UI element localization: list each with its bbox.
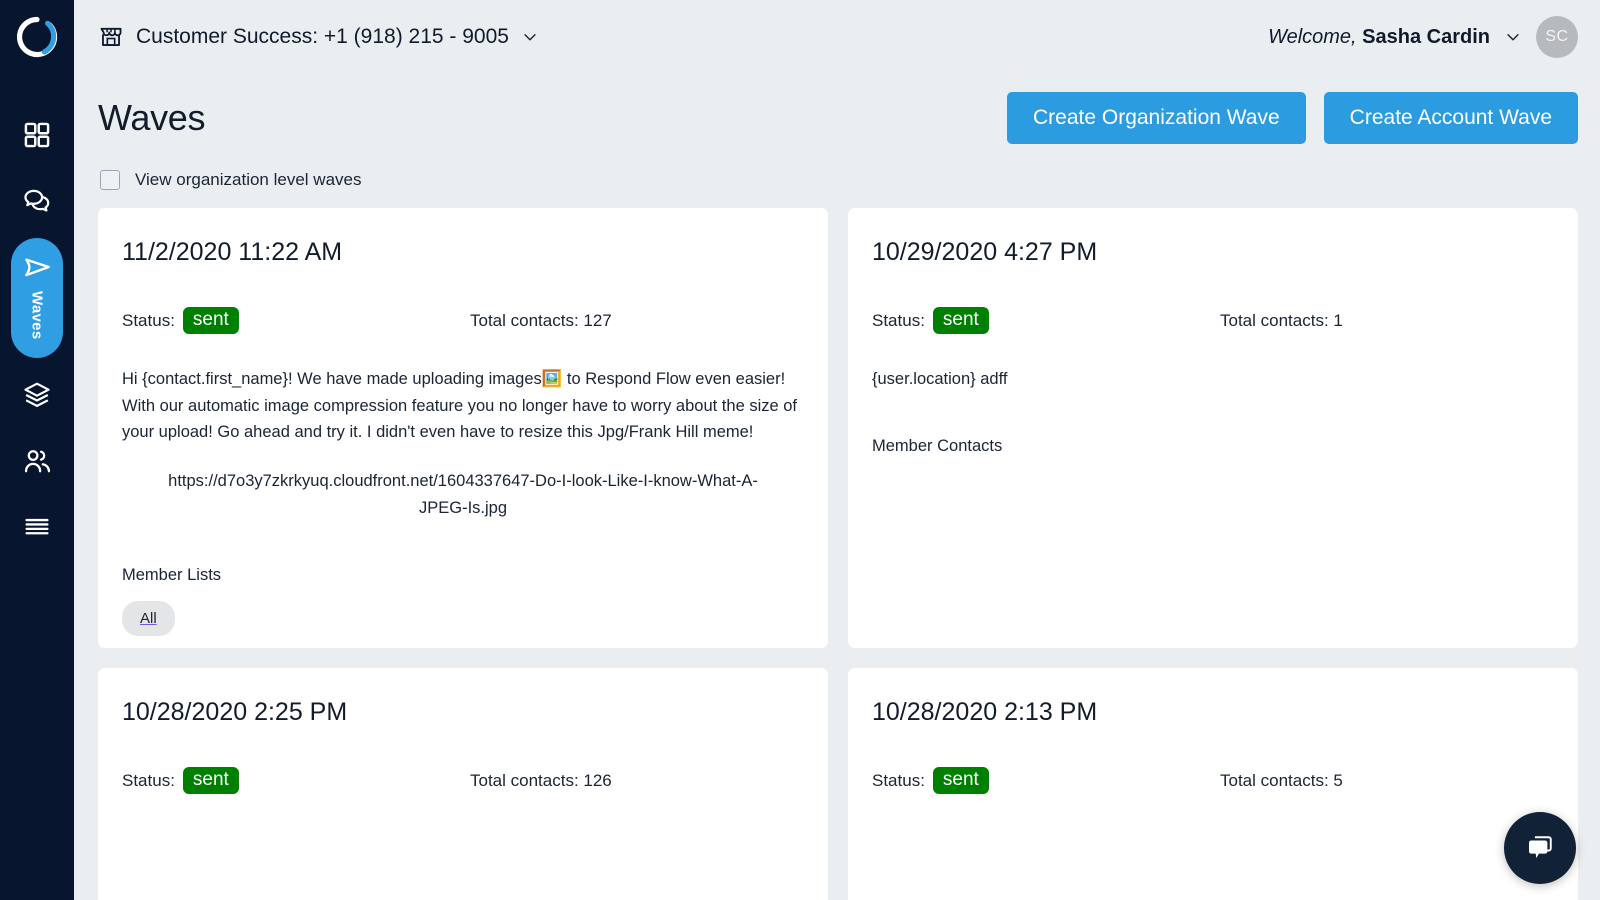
app-root: Waves Customer Success: +1 (918) 215 - 9… <box>0 0 1600 900</box>
status-badge: sent <box>932 307 989 334</box>
page-title: Waves <box>98 97 206 138</box>
status-badge: sent <box>932 767 989 794</box>
storefront-icon <box>100 27 122 46</box>
contacts-people-icon <box>24 449 50 472</box>
status-badge: sent <box>182 307 239 334</box>
wave-status: Status: sent <box>872 767 1220 794</box>
wave-meta: Status: sent Total contacts: 1 <box>872 307 1554 334</box>
wave-status: Status: sent <box>122 767 470 794</box>
total-contacts: Total contacts: 5 <box>1220 770 1343 790</box>
sidebar-item-contacts[interactable] <box>11 428 63 494</box>
dashboard-grid-icon <box>24 122 50 148</box>
wave-date: 11/2/2020 11:22 AM <box>122 238 343 266</box>
sidebar-item-conversations[interactable] <box>11 168 63 234</box>
view-org-level-waves-checkbox[interactable] <box>100 170 120 190</box>
org-level-filter-row: View organization level waves <box>74 144 1600 190</box>
avatar-initials: SC <box>1545 28 1569 45</box>
chevron-down-icon <box>1507 34 1519 41</box>
member-lists-label: Member Lists <box>122 565 222 584</box>
status-badge: sent <box>182 767 239 794</box>
wave-card[interactable]: 10/28/2020 2:13 PM Status: sent Total co… <box>848 668 1578 900</box>
chat-bubble-icon <box>1529 836 1552 858</box>
app-logo[interactable] <box>0 0 74 74</box>
create-organization-wave-button[interactable]: Create Organization Wave <box>1007 92 1306 144</box>
waves-grid: 11/2/2020 11:22 AM Status: sent Total co… <box>74 190 1600 900</box>
user-menu[interactable]: Welcome, Sasha Cardin SC <box>1268 16 1578 58</box>
menu-lines-icon <box>25 518 49 535</box>
status-label: Status: <box>122 770 175 790</box>
wave-date: 10/28/2020 2:13 PM <box>872 698 1098 726</box>
sidebar: Waves <box>0 0 74 900</box>
chevron-down-icon <box>524 34 536 41</box>
status-label: Status: <box>872 310 925 330</box>
view-org-level-waves-label: View organization level waves <box>135 170 362 189</box>
wave-message-url: https://d7o3y7zkrkyuq.cloudfront.net/160… <box>168 472 758 517</box>
total-contacts: Total contacts: 127 <box>470 310 612 330</box>
welcome-greeting: Welcome, <box>1268 25 1357 48</box>
wave-meta: Status: sent Total contacts: 127 <box>122 307 804 334</box>
sidebar-nav: Waves <box>0 102 74 560</box>
layers-icon <box>24 382 50 407</box>
wave-status: Status: sent <box>872 307 1220 334</box>
total-contacts: Total contacts: 126 <box>470 770 612 790</box>
member-list-chips: All <box>122 600 804 636</box>
main-area: Customer Success: +1 (918) 215 - 9005 We… <box>74 0 1600 900</box>
wave-card[interactable]: 11/2/2020 11:22 AM Status: sent Total co… <box>98 208 828 648</box>
wave-meta: Status: sent Total contacts: 126 <box>122 767 804 794</box>
wave-status: Status: sent <box>122 307 470 334</box>
wave-meta: Status: sent Total contacts: 5 <box>872 767 1554 794</box>
welcome-label: Welcome, Sasha Cardin <box>1268 26 1490 49</box>
total-contacts: Total contacts: 1 <box>1220 310 1343 330</box>
welcome-username: Sasha Cardin <box>1362 25 1490 48</box>
org-name-label: Customer Success: +1 (918) 215 - 9005 <box>136 25 509 48</box>
sidebar-item-dashboard[interactable] <box>11 102 63 168</box>
wave-message: {user.location} adff <box>872 370 1008 388</box>
create-account-wave-button[interactable]: Create Account Wave <box>1323 92 1578 144</box>
send-wave-icon <box>24 258 50 277</box>
member-contacts-label: Member Contacts <box>872 436 1003 455</box>
sidebar-item-menu[interactable] <box>11 494 63 560</box>
status-label: Status: <box>122 310 175 330</box>
page-actions: Create Organization Wave Create Account … <box>1007 92 1578 144</box>
avatar[interactable]: SC <box>1536 16 1578 58</box>
status-label: Status: <box>872 770 925 790</box>
page-header: Waves Create Organization Wave Create Ac… <box>74 74 1600 144</box>
member-list-chip-label: All <box>140 609 157 627</box>
respond-flow-logo-icon <box>16 16 58 58</box>
sidebar-item-waves[interactable]: Waves <box>11 238 63 358</box>
wave-card[interactable]: 10/29/2020 4:27 PM Status: sent Total co… <box>848 208 1578 648</box>
sidebar-item-label-waves: Waves <box>28 291 46 340</box>
wave-date: 10/29/2020 4:27 PM <box>872 238 1098 266</box>
chat-bubbles-icon <box>24 189 50 212</box>
org-selector[interactable]: Customer Success: +1 (918) 215 - 9005 <box>98 24 539 50</box>
topbar: Customer Success: +1 (918) 215 - 9005 We… <box>74 0 1600 74</box>
wave-card[interactable]: 10/28/2020 2:25 PM Status: sent Total co… <box>98 668 828 900</box>
chat-widget-button[interactable] <box>1504 812 1576 884</box>
sidebar-item-layers[interactable] <box>11 362 63 428</box>
wave-date: 10/28/2020 2:25 PM <box>122 698 348 726</box>
wave-message: Hi {contact.first_name}! We have made up… <box>122 370 798 442</box>
member-list-chip[interactable]: All <box>122 600 175 636</box>
